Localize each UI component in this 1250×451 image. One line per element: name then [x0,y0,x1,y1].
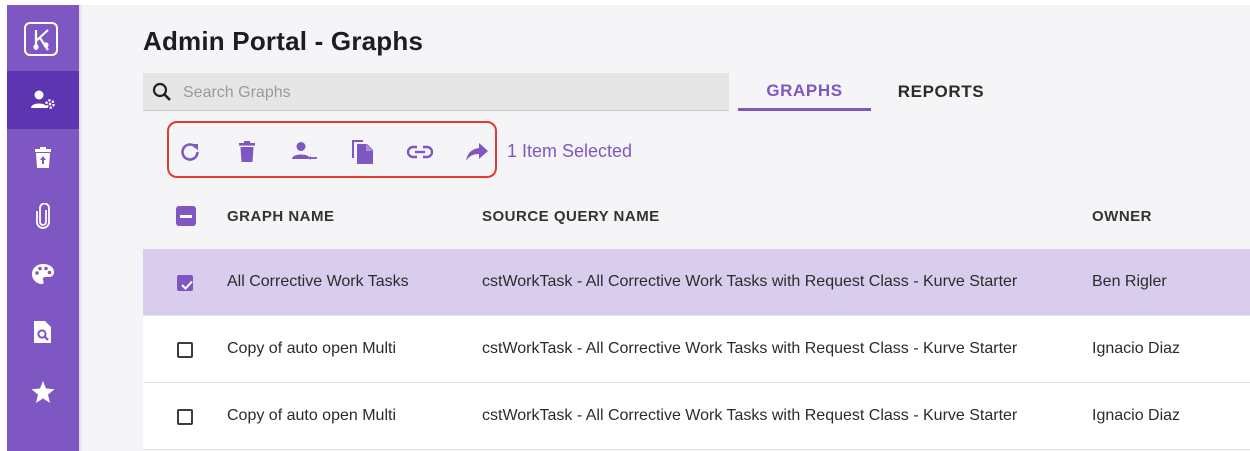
graphs-table: GRAPH NAME SOURCE QUERY NAME OWNER All C… [143,182,1250,451]
column-graph-name[interactable]: GRAPH NAME [227,208,335,225]
share-icon [466,143,488,161]
trash-icon [35,147,51,168]
app-logo[interactable] [24,22,58,56]
sidebar-item-search-docs[interactable] [7,303,79,361]
graph-name-cell: Copy of auto open Multi [227,407,396,424]
tab-reports[interactable]: REPORTS [871,73,1011,111]
row-checkbox[interactable] [177,275,193,291]
sidebar [7,5,79,451]
graph-name-cell: All Corrective Work Tasks [227,273,409,290]
link-icon [407,145,433,159]
sidebar-shadow [79,5,83,451]
copy-link-button[interactable] [406,138,434,166]
transfer-owner-icon [292,142,317,160]
sidebar-item-trash[interactable] [7,129,79,187]
search-input[interactable] [181,73,725,112]
search-icon [152,82,171,101]
copy-icon [352,140,373,164]
table-row[interactable]: All Corrective Work Tasks cstWorkTask - … [143,249,1250,316]
toolbar-highlight [167,121,497,178]
column-source-query-name[interactable]: SOURCE QUERY NAME [482,208,660,225]
source-query-cell: cstWorkTask - All Corrective Work Tasks … [482,407,1018,424]
refresh-button[interactable] [176,138,204,166]
owner-cell: Ben Rigler [1092,273,1167,290]
owner-cell: Ignacio Diaz [1092,340,1181,357]
selection-count: 1 Item Selected [507,141,633,161]
share-button[interactable] [463,138,491,166]
sidebar-item-attachments[interactable] [7,187,79,245]
sidebar-item-favorites[interactable] [7,363,79,421]
tab-graphs[interactable]: GRAPHS [738,73,871,111]
source-query-cell: cstWorkTask - All Corrective Work Tasks … [482,273,1018,290]
sidebar-item-admin[interactable] [7,71,79,129]
row-checkbox[interactable] [177,409,193,425]
star-icon [31,381,55,403]
palette-icon [32,264,54,284]
select-all-checkbox[interactable] [176,206,196,226]
owner-cell: Ignacio Diaz [1092,407,1181,424]
transfer-owner-button[interactable] [290,138,318,166]
admin-settings-icon [31,90,55,109]
table-header: GRAPH NAME SOURCE QUERY NAME OWNER [143,182,1250,249]
logo-icon [33,29,49,51]
delete-button[interactable] [233,138,261,166]
graph-name-cell: Copy of auto open Multi [227,340,396,357]
column-owner[interactable]: OWNER [1092,208,1152,225]
row-checkbox[interactable] [177,342,193,358]
delete-icon [239,141,255,162]
document-search-icon [34,321,51,343]
refresh-icon [181,143,199,161]
sidebar-item-themes[interactable] [7,245,79,303]
table-row[interactable]: Copy of auto open Multi cstWorkTask - Al… [143,316,1250,383]
page-title: Admin Portal - Graphs [143,26,424,56]
table-row[interactable]: Copy of auto open Multi cstWorkTask - Al… [143,383,1250,450]
search-bar[interactable] [143,73,729,112]
checkmark-icon [181,280,193,290]
copy-button[interactable] [348,138,376,166]
source-query-cell: cstWorkTask - All Corrective Work Tasks … [482,340,1018,357]
paperclip-icon [36,203,50,229]
